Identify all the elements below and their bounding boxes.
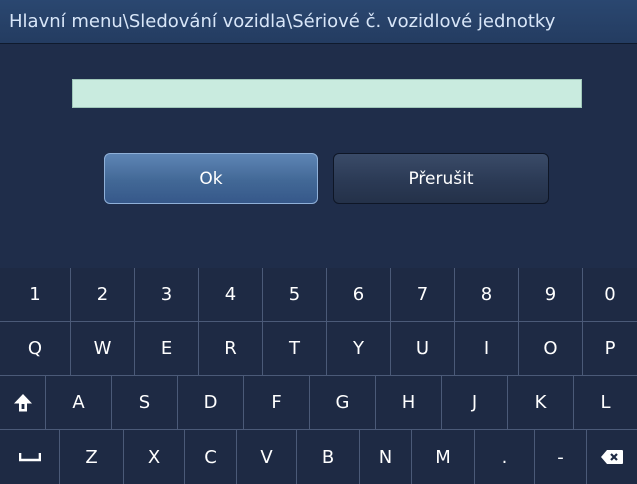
key-k[interactable]: K: [508, 376, 574, 430]
key-n[interactable]: N: [360, 430, 412, 484]
space-bar-icon: [18, 453, 41, 462]
key-9[interactable]: 9: [519, 268, 583, 322]
key-6[interactable]: 6: [327, 268, 391, 322]
key-period[interactable]: .: [475, 430, 535, 484]
key-h[interactable]: H: [376, 376, 442, 430]
key-p[interactable]: P: [583, 322, 637, 376]
on-screen-keyboard: 1 2 3 4 5 6 7 8 9 0 Q W E R T Y U I O P …: [0, 268, 637, 484]
backspace-icon: [601, 450, 623, 464]
cancel-button-label: Přerušit: [408, 168, 474, 189]
serial-number-input[interactable]: [72, 79, 582, 108]
key-e[interactable]: E: [135, 322, 199, 376]
space-key[interactable]: [0, 430, 60, 484]
shift-arrow-icon: [13, 393, 32, 411]
key-4[interactable]: 4: [199, 268, 263, 322]
key-v[interactable]: V: [237, 430, 297, 484]
key-s[interactable]: S: [112, 376, 178, 430]
key-q[interactable]: Q: [0, 322, 71, 376]
shift-key[interactable]: [0, 376, 46, 430]
key-d[interactable]: D: [178, 376, 244, 430]
keyboard-row-qwerty: Q W E R T Y U I O P: [0, 322, 637, 376]
backspace-key[interactable]: [587, 430, 637, 484]
keyboard-row-digits: 1 2 3 4 5 6 7 8 9 0: [0, 268, 637, 322]
key-c[interactable]: C: [185, 430, 237, 484]
cancel-button[interactable]: Přerušit: [333, 153, 549, 204]
ok-button-label: Ok: [199, 168, 223, 189]
keyboard-row-zxcv: Z X C V B N M . -: [0, 430, 637, 484]
key-3[interactable]: 3: [135, 268, 199, 322]
key-a[interactable]: A: [46, 376, 112, 430]
breadcrumb: Hlavní menu\Sledování vozidla\Sériové č.…: [9, 11, 556, 32]
ok-button[interactable]: Ok: [104, 153, 318, 204]
keyboard-row-asdf: A S D F G H J K L: [0, 376, 637, 430]
key-z[interactable]: Z: [60, 430, 124, 484]
key-hyphen[interactable]: -: [535, 430, 587, 484]
key-1[interactable]: 1: [0, 268, 71, 322]
key-i[interactable]: I: [455, 322, 519, 376]
key-l[interactable]: L: [574, 376, 637, 430]
key-m[interactable]: M: [412, 430, 475, 484]
key-2[interactable]: 2: [71, 268, 135, 322]
key-0[interactable]: 0: [583, 268, 637, 322]
key-j[interactable]: J: [442, 376, 508, 430]
key-7[interactable]: 7: [391, 268, 455, 322]
key-u[interactable]: U: [391, 322, 455, 376]
key-f[interactable]: F: [244, 376, 310, 430]
key-t[interactable]: T: [263, 322, 327, 376]
key-g[interactable]: G: [310, 376, 376, 430]
key-w[interactable]: W: [71, 322, 135, 376]
key-8[interactable]: 8: [455, 268, 519, 322]
key-y[interactable]: Y: [327, 322, 391, 376]
key-5[interactable]: 5: [263, 268, 327, 322]
key-b[interactable]: B: [297, 430, 360, 484]
key-o[interactable]: O: [519, 322, 583, 376]
key-x[interactable]: X: [124, 430, 185, 484]
key-r[interactable]: R: [199, 322, 263, 376]
breadcrumb-title-bar: Hlavní menu\Sledování vozidla\Sériové č.…: [0, 0, 637, 44]
